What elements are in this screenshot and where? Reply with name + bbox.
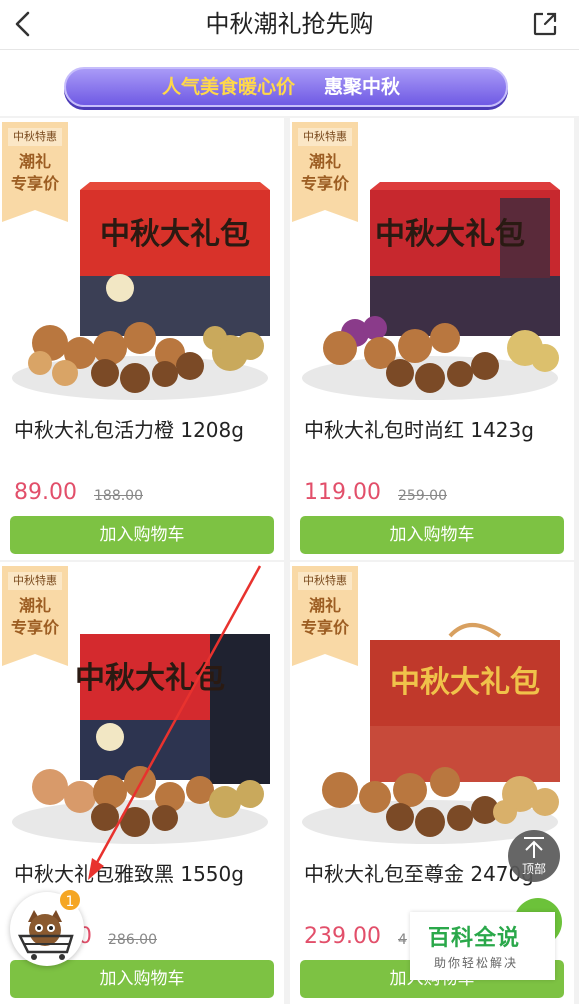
- original-price: 188.00: [94, 488, 143, 504]
- promo-banner[interactable]: 人气美食暖心价 惠聚中秋: [64, 67, 508, 107]
- original-price: 259.00: [398, 488, 447, 504]
- add-to-cart-button[interactable]: 加入购物车: [300, 516, 564, 554]
- original-price: 286.00: [108, 932, 157, 948]
- box-title-text: 中秋大礼包: [75, 661, 225, 696]
- product-card[interactable]: 中秋特惠 潮礼 专享价 中秋大礼包 中秋大礼包时尚红 1423g 119.00 …: [290, 118, 574, 560]
- share-icon[interactable]: [531, 10, 559, 38]
- original-price: 4: [398, 932, 407, 948]
- tag-top: 中秋特惠: [8, 572, 62, 590]
- box-title-text: 中秋大礼包: [100, 217, 250, 252]
- page: 中秋潮礼抢先购 人气美食暖心价 惠聚中秋 中秋特惠 潮礼 专享价 中秋大礼包 中…: [0, 0, 579, 1004]
- back-to-top-label: 顶部: [521, 862, 546, 876]
- product-price: 89.00: [14, 480, 77, 505]
- product-name[interactable]: 中秋大礼包雅致黑 1550g: [14, 858, 244, 887]
- product-image[interactable]: 中秋大礼包: [10, 178, 280, 408]
- add-to-cart-button[interactable]: 加入购物车: [10, 516, 274, 554]
- tag-line1: 潮礼: [308, 596, 341, 615]
- banner-right-text: 惠聚中秋: [324, 76, 401, 98]
- tag-top: 中秋特惠: [298, 572, 352, 590]
- watermark-title: 百科全说: [428, 926, 521, 951]
- product-name[interactable]: 中秋大礼包至尊金 2470g: [304, 858, 534, 887]
- product-name[interactable]: 中秋大礼包时尚红 1423g: [304, 414, 534, 443]
- tag-top: 中秋特惠: [298, 128, 352, 146]
- product-image[interactable]: 中秋大礼包: [10, 622, 280, 852]
- product-name[interactable]: 中秋大礼包活力橙 1208g: [14, 414, 244, 443]
- top-bar: 中秋潮礼抢先购: [0, 0, 579, 50]
- product-card[interactable]: 中秋特惠 潮礼 专享价 中秋大礼包 中秋大礼包活力橙 1208g 89.00 1…: [0, 118, 284, 560]
- promo-banner-area: 人气美食暖心价 惠聚中秋: [0, 50, 579, 116]
- tag-line1: 潮礼: [308, 152, 341, 171]
- back-to-top-button[interactable]: 顶部: [508, 830, 560, 882]
- tag-line1: 潮礼: [18, 152, 51, 171]
- box-title-text: 中秋大礼包: [375, 217, 525, 252]
- arrow-up-icon: [524, 837, 544, 858]
- product-price: 239.00: [304, 924, 381, 949]
- page-title: 中秋潮礼抢先购: [205, 10, 374, 38]
- tag-top: 中秋特惠: [8, 128, 62, 146]
- tag-line1: 潮礼: [18, 596, 51, 615]
- cart-count-badge: 1: [58, 888, 82, 912]
- product-price: 119.00: [304, 480, 381, 505]
- floating-cart-button[interactable]: 1: [10, 888, 84, 966]
- watermark-logo: 百科全说 助你轻松解决: [410, 912, 555, 980]
- banner-left-text: 人气美食暖心价: [162, 76, 296, 98]
- product-image[interactable]: 中秋大礼包: [300, 178, 570, 408]
- product-image[interactable]: 中秋大礼包: [300, 622, 570, 852]
- box-title-text: 中秋大礼包: [390, 665, 540, 700]
- watermark-subtitle: 助你轻松解决: [434, 956, 519, 970]
